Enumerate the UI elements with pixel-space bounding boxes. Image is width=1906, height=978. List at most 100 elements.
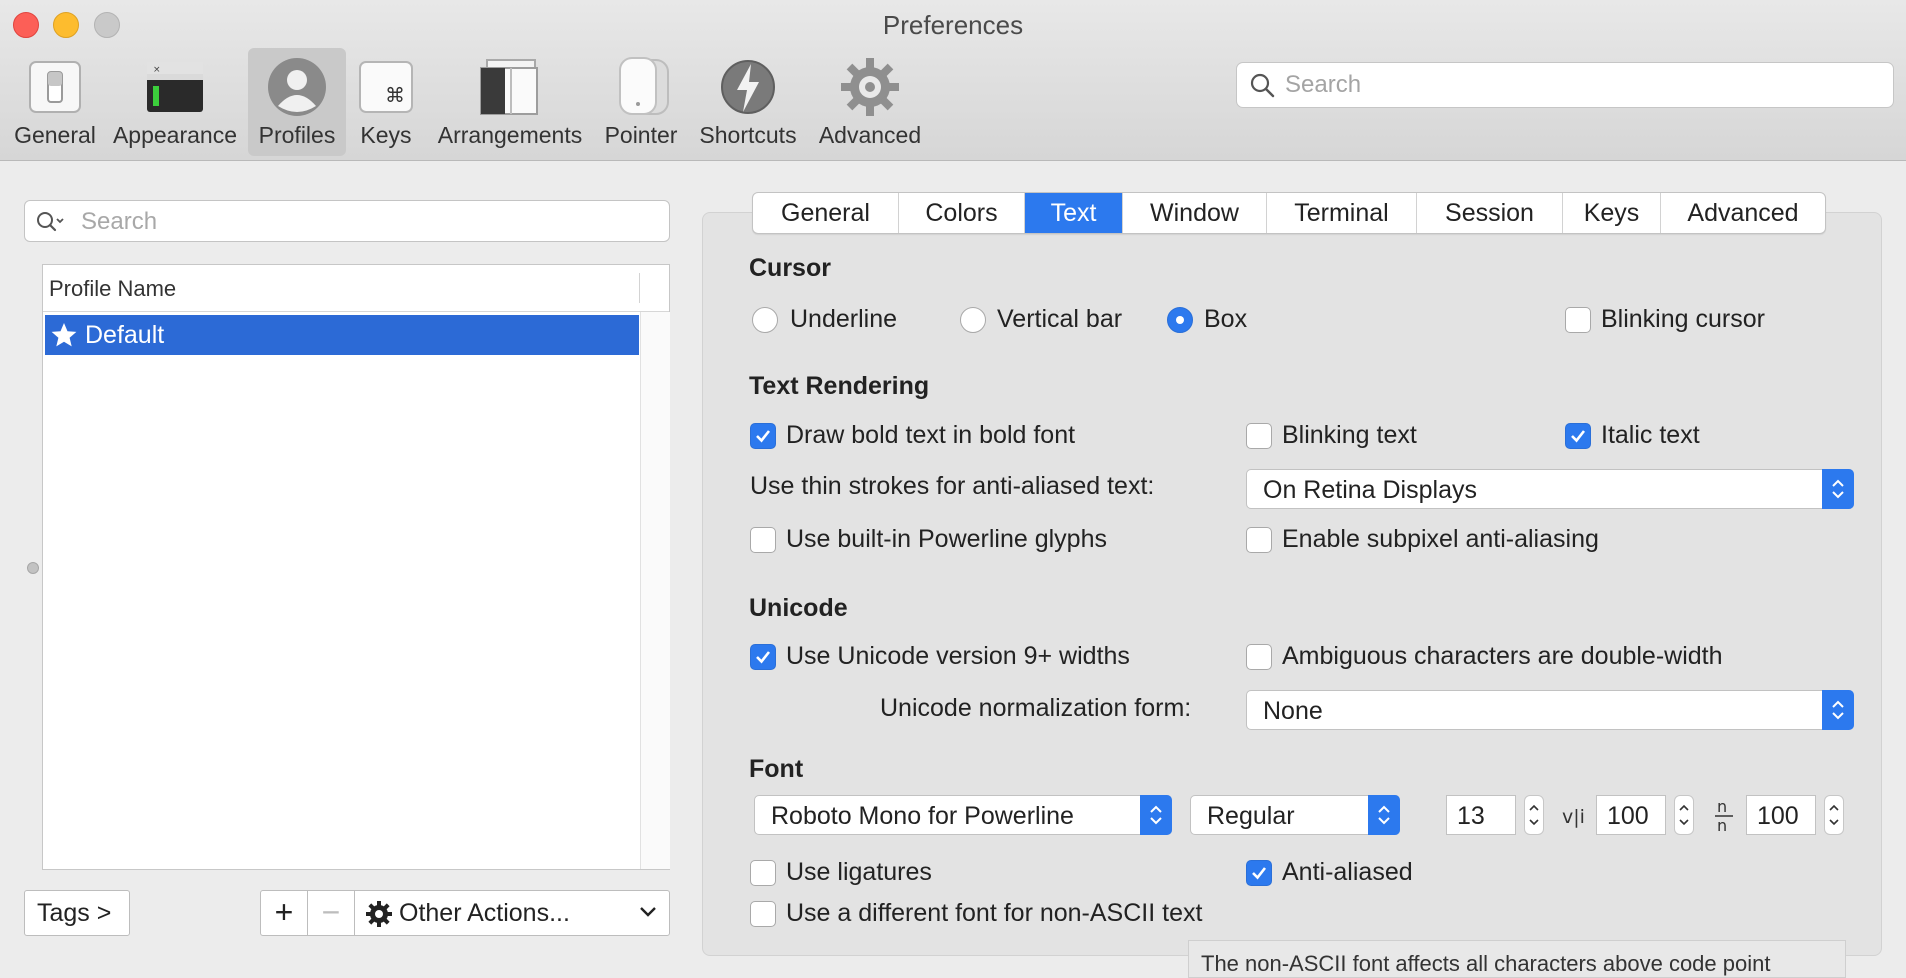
toolbar-label: Shortcuts xyxy=(699,122,797,148)
cursor-box-label[interactable]: Box xyxy=(1204,305,1247,334)
column-header-profile-name[interactable]: Profile Name xyxy=(49,276,176,302)
ligatures-checkbox[interactable] xyxy=(750,860,776,886)
font-size-stepper[interactable] xyxy=(1524,795,1544,835)
select-arrows-icon xyxy=(1368,795,1400,835)
unicode-v9-label[interactable]: Use Unicode version 9+ widths xyxy=(786,642,1130,671)
toolbar-label: General xyxy=(14,122,96,148)
toolbar-item-profiles[interactable]: Profiles xyxy=(248,48,346,156)
ambiguous-double-width-label[interactable]: Ambiguous characters are double-width xyxy=(1282,642,1723,671)
toolbar-search-input[interactable]: Search xyxy=(1236,62,1894,108)
font-weight-value: Regular xyxy=(1207,802,1295,830)
horizontal-spacing-stepper[interactable] xyxy=(1824,795,1844,835)
remove-profile-label: − xyxy=(321,894,341,930)
cursor-box-radio[interactable] xyxy=(1167,307,1193,333)
profiles-person-icon xyxy=(268,58,326,116)
blinking-text-checkbox[interactable] xyxy=(1246,423,1272,449)
tab-colors[interactable]: Colors xyxy=(899,193,1025,233)
pane-splitter-handle[interactable] xyxy=(27,562,39,574)
tab-advanced[interactable]: Advanced xyxy=(1661,193,1825,233)
profile-list[interactable]: Profile Name Default xyxy=(42,264,670,870)
cursor-heading: Cursor xyxy=(749,254,831,282)
tags-button-label: Tags > xyxy=(37,899,112,927)
thin-strokes-select[interactable]: On Retina Displays xyxy=(1246,469,1854,509)
other-actions-button[interactable]: Other Actions... xyxy=(354,890,670,936)
toolbar-item-shortcuts[interactable]: Shortcuts xyxy=(692,48,804,156)
advanced-gear-icon xyxy=(841,58,899,116)
font-size-value: 13 xyxy=(1457,802,1485,830)
profile-search-input[interactable]: Search xyxy=(24,200,670,242)
profile-list-header[interactable]: Profile Name xyxy=(43,265,669,312)
preferences-window: Preferences General × Appearance Profile… xyxy=(0,0,1906,978)
cursor-underline-label[interactable]: Underline xyxy=(790,305,897,334)
italic-text-checkbox[interactable] xyxy=(1565,423,1591,449)
tab-general[interactable]: General xyxy=(753,193,899,233)
profile-row-default[interactable]: Default xyxy=(45,315,639,355)
horizontal-spacing-field[interactable]: 100 xyxy=(1746,795,1816,835)
thin-strokes-value: On Retina Displays xyxy=(1263,476,1477,504)
unicode-normalization-label: Unicode normalization form: xyxy=(880,694,1192,722)
toolbar-item-general[interactable]: General xyxy=(10,48,100,156)
cursor-underline-radio[interactable] xyxy=(752,307,778,333)
italic-text-label[interactable]: Italic text xyxy=(1601,421,1700,450)
stepper-arrows-icon xyxy=(1829,804,1839,826)
tab-session[interactable]: Session xyxy=(1417,193,1563,233)
svg-text:×: × xyxy=(153,65,161,75)
tab-window[interactable]: Window xyxy=(1123,193,1267,233)
toolbar-item-arrangements[interactable]: Arrangements xyxy=(432,48,588,156)
remove-profile-button[interactable]: − xyxy=(307,890,355,936)
unicode-normalization-select[interactable]: None xyxy=(1246,690,1854,730)
star-icon xyxy=(51,323,77,347)
subpixel-antialiasing-checkbox[interactable] xyxy=(1246,527,1272,553)
ambiguous-double-width-checkbox[interactable] xyxy=(1246,644,1272,670)
tab-keys[interactable]: Keys xyxy=(1563,193,1661,233)
draw-bold-checkbox[interactable] xyxy=(750,423,776,449)
toolbar-item-advanced[interactable]: Advanced xyxy=(814,48,926,156)
pointer-mouse-icon xyxy=(619,57,669,115)
anti-aliased-label[interactable]: Anti-aliased xyxy=(1282,858,1413,887)
font-weight-select[interactable]: Regular xyxy=(1190,795,1400,835)
add-profile-button[interactable]: + xyxy=(260,890,308,936)
checkmark-icon xyxy=(756,430,771,443)
font-size-field[interactable]: 13 xyxy=(1446,795,1516,835)
cursor-vertical-bar-label[interactable]: Vertical bar xyxy=(997,305,1122,334)
search-dropdown-icon xyxy=(37,212,64,232)
toolbar-label: Pointer xyxy=(604,122,678,148)
tags-button[interactable]: Tags > xyxy=(24,890,130,936)
toolbar-item-pointer[interactable]: Pointer xyxy=(598,48,684,156)
non-ascii-tooltip: The non-ASCII font affects all character… xyxy=(1188,940,1846,978)
toolbar-item-keys[interactable]: ⌘ Keys xyxy=(352,48,420,156)
powerline-glyphs-label[interactable]: Use built-in Powerline glyphs xyxy=(786,525,1107,554)
arrangements-windows-icon xyxy=(480,59,538,115)
unicode-v9-checkbox[interactable] xyxy=(750,644,776,670)
blinking-cursor-checkbox[interactable] xyxy=(1565,307,1591,333)
vertical-spacing-field[interactable]: 100 xyxy=(1596,795,1666,835)
checkmark-icon xyxy=(1252,867,1267,880)
draw-bold-label[interactable]: Draw bold text in bold font xyxy=(786,421,1075,450)
anti-aliased-checkbox[interactable] xyxy=(1246,860,1272,886)
window-title: Preferences xyxy=(882,10,1024,40)
toolbar-label: Arrangements xyxy=(437,122,583,148)
cursor-vertical-bar-radio[interactable] xyxy=(960,307,986,333)
blinking-cursor-label[interactable]: Blinking cursor xyxy=(1601,305,1765,334)
tab-terminal[interactable]: Terminal xyxy=(1267,193,1417,233)
blinking-text-label[interactable]: Blinking text xyxy=(1282,421,1417,450)
thin-strokes-label: Use thin strokes for anti-aliased text: xyxy=(750,472,1155,500)
non-ascii-font-checkbox[interactable] xyxy=(750,901,776,927)
vertical-spacing-stepper[interactable] xyxy=(1674,795,1694,835)
checkmark-icon xyxy=(756,651,771,664)
font-family-value: Roboto Mono for Powerline xyxy=(771,802,1074,830)
profile-tabs: General Colors Text Window Terminal Sess… xyxy=(752,192,1826,234)
font-family-select[interactable]: Roboto Mono for Powerline xyxy=(754,795,1172,835)
appearance-terminal-icon: × xyxy=(147,62,203,112)
svg-text:n: n xyxy=(1717,816,1727,834)
non-ascii-font-label[interactable]: Use a different font for non-ASCII text xyxy=(786,899,1202,928)
subpixel-antialiasing-label[interactable]: Enable subpixel anti-aliasing xyxy=(1282,525,1599,554)
svg-text:n: n xyxy=(1717,798,1727,816)
tab-text[interactable]: Text xyxy=(1025,193,1123,233)
toolbar-item-appearance[interactable]: × Appearance xyxy=(110,48,240,156)
profile-list-scrollbar[interactable] xyxy=(640,312,670,869)
keys-command-icon: ⌘ xyxy=(359,61,413,113)
ligatures-label[interactable]: Use ligatures xyxy=(786,858,932,887)
select-arrows-icon xyxy=(1822,690,1854,730)
powerline-glyphs-checkbox[interactable] xyxy=(750,527,776,553)
